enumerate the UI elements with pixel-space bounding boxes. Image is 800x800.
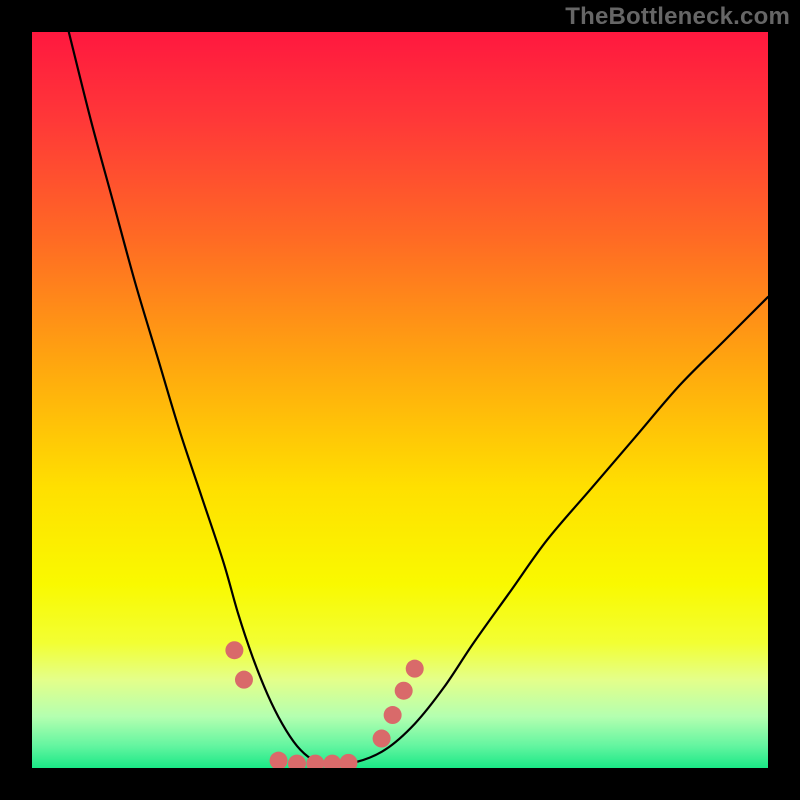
curve-layer <box>32 32 768 768</box>
highlight-marker <box>235 671 253 689</box>
bottleneck-curve <box>69 32 768 765</box>
highlight-marker <box>339 754 357 768</box>
highlight-marker <box>373 730 391 748</box>
chart-frame: TheBottleneck.com <box>0 0 800 800</box>
highlight-marker <box>395 682 413 700</box>
highlight-marker <box>288 755 306 768</box>
watermark-label: TheBottleneck.com <box>565 3 790 31</box>
highlight-markers <box>225 641 423 768</box>
highlight-marker <box>323 755 341 768</box>
highlight-marker <box>384 706 402 724</box>
highlight-marker <box>225 641 243 659</box>
plot-area <box>32 32 768 768</box>
highlight-marker <box>270 752 288 768</box>
highlight-marker <box>406 660 424 678</box>
